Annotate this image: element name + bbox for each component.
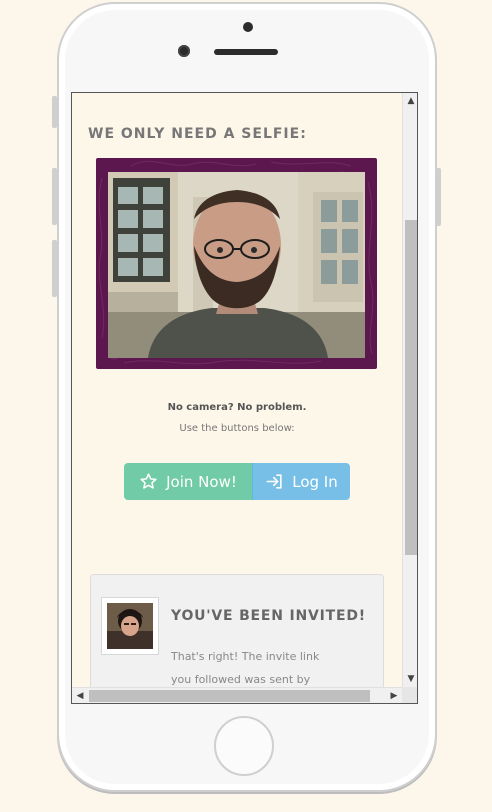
invite-card: YOU'VE BEEN INVITED! That's right! The i… (90, 574, 384, 703)
earpiece-speaker (214, 49, 278, 55)
chevron-right-icon[interactable]: ▶ (386, 688, 402, 703)
page-content: WE ONLY NEED A SELFIE: No camera? No pro… (72, 93, 402, 703)
volume-up-button (52, 168, 57, 225)
mute-switch (52, 96, 57, 128)
chevron-left-icon[interactable]: ◀ (72, 688, 88, 703)
inviter-avatar-image (107, 603, 153, 649)
selfie-heading: WE ONLY NEED A SELFIE: (88, 126, 307, 142)
volume-down-button (52, 240, 57, 297)
log-in-label: Log In (292, 472, 338, 491)
vertical-scrollbar-thumb[interactable] (405, 220, 417, 555)
chevron-up-icon[interactable]: ▲ (403, 93, 417, 109)
horizontal-scrollbar[interactable]: ◀ ▶ (72, 687, 402, 703)
auth-button-group: Join Now! Log In (124, 463, 350, 500)
scrollbar-corner (402, 687, 417, 703)
join-now-label: Join Now! (166, 472, 237, 491)
inviter-avatar (101, 597, 159, 655)
webcam-frame (96, 158, 377, 369)
power-button (436, 168, 441, 226)
invite-text-line-2: you followed was sent by (171, 673, 311, 686)
chevron-down-icon[interactable]: ▼ (403, 671, 417, 687)
invite-text-line-1: That's right! The invite link (171, 650, 320, 663)
no-camera-text: No camera? No problem. (167, 402, 307, 413)
horizontal-scrollbar-thumb[interactable] (89, 690, 370, 702)
join-now-button[interactable]: Join Now! (124, 463, 253, 500)
home-button[interactable] (214, 716, 274, 776)
vertical-scrollbar[interactable]: ▲ ▼ (402, 93, 417, 687)
selfie-image (108, 172, 365, 358)
buttons-hint-text: Use the buttons below: (179, 423, 295, 434)
webcam-feed (108, 172, 365, 358)
front-camera (178, 45, 190, 57)
sign-in-icon (265, 472, 284, 491)
invite-title: YOU'VE BEEN INVITED! (171, 608, 366, 624)
log-in-button[interactable]: Log In (253, 463, 350, 500)
invite-description: That's right! The invite link you follow… (171, 645, 371, 691)
star-icon (139, 472, 158, 491)
phone-screen: WE ONLY NEED A SELFIE: No camera? No pro… (71, 92, 418, 704)
proximity-sensor (243, 22, 253, 32)
